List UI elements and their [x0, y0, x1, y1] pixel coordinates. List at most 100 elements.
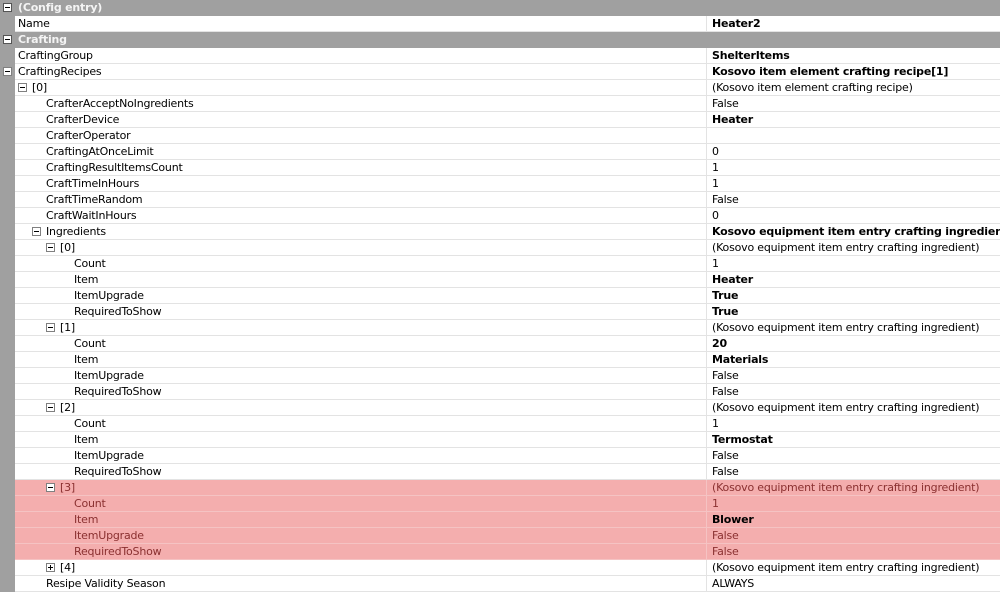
property-value[interactable]: 1	[706, 256, 1000, 271]
row-gutter	[0, 288, 15, 304]
collapse-icon[interactable]	[46, 403, 55, 412]
property-row[interactable]: Count 1	[0, 416, 1000, 432]
property-name: CraftTimeRandom	[46, 193, 143, 206]
property-row[interactable]: CrafterOperator	[0, 128, 1000, 144]
collapse-icon[interactable]	[32, 227, 41, 236]
property-value[interactable]: (Kosovo equipment item entry crafting in…	[706, 240, 1000, 255]
property-row[interactable]: CraftTimeInHours 1	[0, 176, 1000, 192]
property-value[interactable]: ALWAYS	[706, 576, 1000, 591]
property-value[interactable]: 0	[706, 208, 1000, 223]
row-gutter	[0, 576, 15, 592]
property-row[interactable]: CraftTimeRandom False	[0, 192, 1000, 208]
property-row[interactable]: ItemUpgrade False	[0, 528, 1000, 544]
property-row[interactable]: Item Blower	[0, 512, 1000, 528]
property-row[interactable]: RequiredToShow False	[0, 544, 1000, 560]
property-value[interactable]: Materials	[706, 352, 1000, 367]
property-name: [0]	[32, 81, 47, 94]
property-value[interactable]: 1	[706, 176, 1000, 191]
property-value[interactable]: False	[706, 464, 1000, 479]
row-gutter	[0, 496, 15, 512]
property-value[interactable]: False	[706, 544, 1000, 559]
collapse-icon[interactable]	[46, 243, 55, 252]
property-value[interactable]: (Kosovo item element crafting recipe)	[706, 80, 1000, 95]
property-row[interactable]: Item Heater	[0, 272, 1000, 288]
row-gutter	[0, 272, 15, 288]
property-value[interactable]: (Kosovo equipment item entry crafting in…	[706, 320, 1000, 335]
property-row[interactable]: CraftingGroup ShelterItems	[0, 48, 1000, 64]
property-value[interactable]: 1	[706, 160, 1000, 175]
property-row[interactable]: CrafterDevice Heater	[0, 112, 1000, 128]
property-value[interactable]	[706, 0, 1000, 15]
property-row[interactable]: Ingredients Kosovo equipment item entry c…	[0, 224, 1000, 240]
row-gutter	[0, 112, 15, 128]
property-row[interactable]: Name Heater2	[0, 16, 1000, 32]
property-value[interactable]: (Kosovo equipment item entry crafting in…	[706, 400, 1000, 415]
property-row[interactable]: RequiredToShow False	[0, 464, 1000, 480]
property-value[interactable]: False	[706, 448, 1000, 463]
property-value[interactable]: False	[706, 384, 1000, 399]
property-value[interactable]: Termostat	[706, 432, 1000, 447]
row-gutter	[0, 160, 15, 176]
property-value[interactable]: 1	[706, 496, 1000, 511]
property-name: [1]	[60, 321, 75, 334]
row-gutter	[0, 384, 15, 400]
property-row[interactable]: Item Termostat	[0, 432, 1000, 448]
property-row[interactable]: [0] (Kosovo item element crafting recipe)	[0, 80, 1000, 96]
property-row[interactable]: ItemUpgrade False	[0, 368, 1000, 384]
property-row[interactable]: [3] (Kosovo equipment item entry crafting…	[0, 480, 1000, 496]
collapse-icon[interactable]	[18, 83, 27, 92]
property-value[interactable]: (Kosovo equipment item entry crafting in…	[706, 480, 1000, 495]
property-row[interactable]: Item Materials	[0, 352, 1000, 368]
property-name: CraftingGroup	[18, 49, 93, 62]
property-value[interactable]: (Kosovo equipment item entry crafting in…	[706, 560, 1000, 575]
property-row[interactable]: ItemUpgrade True	[0, 288, 1000, 304]
property-value[interactable]: 0	[706, 144, 1000, 159]
property-row[interactable]: Count 1	[0, 256, 1000, 272]
property-value[interactable]: Blower	[706, 512, 1000, 527]
property-row[interactable]: ItemUpgrade False	[0, 448, 1000, 464]
collapse-icon[interactable]	[46, 323, 55, 332]
expand-icon[interactable]	[46, 563, 55, 572]
property-value[interactable]: 20	[706, 336, 1000, 351]
property-value[interactable]: False	[706, 96, 1000, 111]
property-value[interactable]: False	[706, 528, 1000, 543]
collapse-icon[interactable]	[3, 35, 12, 44]
row-gutter	[0, 400, 15, 416]
property-row[interactable]: CrafterAcceptNoIngredients False	[0, 96, 1000, 112]
property-row[interactable]: CraftWaitInHours 0	[0, 208, 1000, 224]
collapse-icon[interactable]	[3, 3, 12, 12]
property-row[interactable]: Resipe Validity Season ALWAYS	[0, 576, 1000, 592]
collapse-icon[interactable]	[46, 483, 55, 492]
property-row[interactable]: CraftingResultItemsCount 1	[0, 160, 1000, 176]
property-name: ItemUpgrade	[74, 289, 144, 302]
property-value[interactable]: Heater	[706, 272, 1000, 287]
property-value[interactable]: Heater	[706, 112, 1000, 127]
property-value[interactable]: Kosovo item element crafting recipe[1]	[706, 64, 1000, 79]
property-row[interactable]: Count 1	[0, 496, 1000, 512]
property-value[interactable]: Heater2	[706, 16, 1000, 31]
property-value[interactable]: Kosovo equipment item entry crafting ing…	[706, 224, 1000, 239]
property-value[interactable]	[706, 128, 1000, 143]
property-value[interactable]: True	[706, 304, 1000, 319]
property-name: (Config entry)	[18, 1, 103, 14]
property-row[interactable]: [4] (Kosovo equipment item entry crafting…	[0, 560, 1000, 576]
property-row[interactable]: CraftingAtOnceLimit 0	[0, 144, 1000, 160]
property-row[interactable]: RequiredToShow True	[0, 304, 1000, 320]
property-row[interactable]: CraftingRecipes Kosovo item element craft…	[0, 64, 1000, 80]
property-value[interactable]: True	[706, 288, 1000, 303]
category-row[interactable]: (Config entry)	[0, 0, 1000, 16]
property-value[interactable]: 1	[706, 416, 1000, 431]
row-gutter	[0, 256, 15, 272]
property-row[interactable]: RequiredToShow False	[0, 384, 1000, 400]
property-row[interactable]: [0] (Kosovo equipment item entry crafting…	[0, 240, 1000, 256]
property-value[interactable]: ShelterItems	[706, 48, 1000, 63]
category-row[interactable]: Crafting	[0, 32, 1000, 48]
property-row[interactable]: [2] (Kosovo equipment item entry crafting…	[0, 400, 1000, 416]
property-value[interactable]: False	[706, 368, 1000, 383]
property-row[interactable]: Count 20	[0, 336, 1000, 352]
property-value[interactable]	[706, 32, 1000, 47]
collapse-icon[interactable]	[3, 67, 12, 76]
property-value[interactable]: False	[706, 192, 1000, 207]
property-row[interactable]: [1] (Kosovo equipment item entry crafting…	[0, 320, 1000, 336]
property-name: Item	[74, 433, 99, 446]
